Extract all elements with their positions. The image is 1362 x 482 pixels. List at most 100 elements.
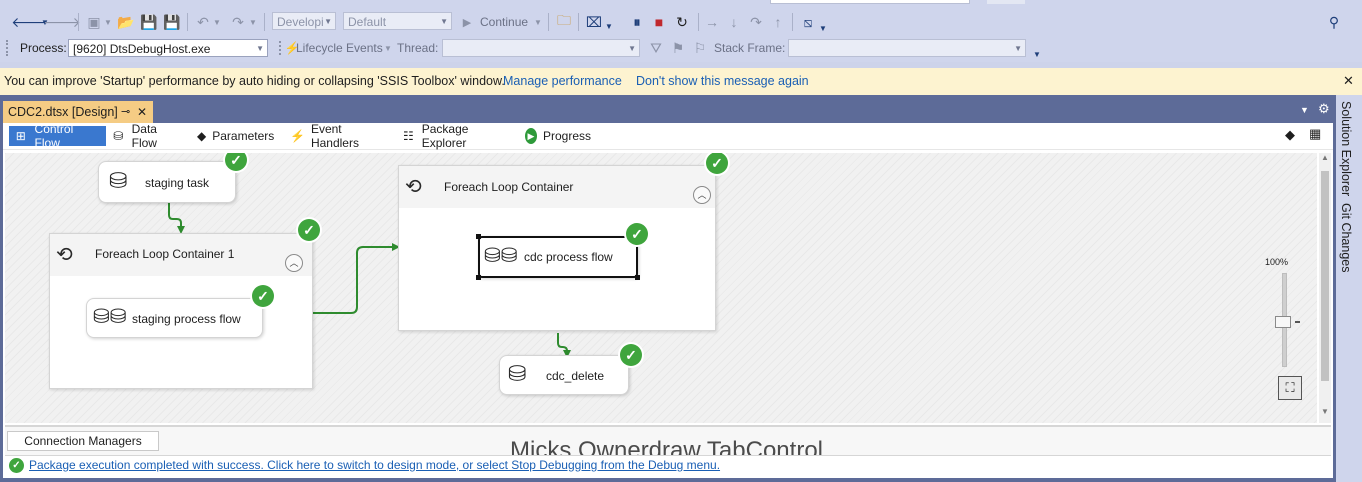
event-handlers-icon: ⚡ (290, 129, 305, 143)
restart-icon[interactable]: ↻ (672, 12, 692, 32)
browser-dropdown-icon[interactable]: ▼ (604, 16, 614, 36)
container-foreach-loop[interactable]: ⟲ Foreach Loop Container ︿ ⛁⛁ cdc proces… (398, 165, 716, 331)
tab-solution-explorer[interactable]: Solution Explorer (1339, 101, 1353, 196)
canvas-vertical-scrollbar[interactable]: ▲ ▼ (1319, 153, 1331, 423)
title-bar-button[interactable] (987, 0, 1025, 4)
tab-label: Parameters (212, 129, 275, 143)
new-project-icon[interactable]: ▣ (84, 12, 104, 32)
pin-icon[interactable]: ⊸ (121, 105, 130, 118)
connection-managers-panel: Connection Managers Micks Ownerdraw TabC… (5, 425, 1331, 455)
step-into-icon[interactable]: ↓ (724, 12, 744, 32)
toolbar-grip[interactable] (6, 40, 11, 56)
execute-package-task-icon: ⛁ (508, 361, 527, 386)
tab-control-flow[interactable]: ⊞ Control Flow (9, 122, 106, 150)
data-flow-task-icon: ⛁⛁ (93, 306, 127, 328)
continue-play-icon[interactable]: ▶ (459, 12, 475, 32)
control-flow-canvas[interactable]: ⛁ staging task ✓ ⟲ Foreach Loop Containe… (5, 153, 1317, 423)
thread-combo[interactable]: ▼ (442, 39, 640, 57)
redo-icon[interactable]: ↷ (228, 12, 248, 32)
variables-icon[interactable]: ◆ (1285, 127, 1295, 143)
fit-to-window-button[interactable]: ⛶ (1278, 376, 1302, 400)
stack-frame-combo[interactable]: ▼ (788, 39, 1026, 57)
close-icon[interactable]: ✕ (1343, 73, 1354, 89)
continue-dropdown-icon[interactable]: ▼ (533, 12, 543, 32)
solution-configuration-combo[interactable]: Developi ▼ (272, 12, 336, 30)
zoom-slider-thumb[interactable] (1275, 316, 1291, 328)
new-dropdown-icon[interactable]: ▼ (103, 12, 113, 32)
dont-show-again-link[interactable]: Don't show this message again (636, 74, 809, 88)
selection-handle[interactable] (476, 275, 481, 280)
thread-label: Thread: (397, 41, 439, 55)
show-next-statement-icon[interactable]: → (702, 12, 722, 32)
tab-event-handlers[interactable]: ⚡ Event Handlers (286, 122, 390, 150)
data-flow-icon: ⛁ (113, 129, 124, 143)
hex-display-icon[interactable]: ⧅ (798, 12, 818, 32)
save-icon[interactable]: 💾 (139, 12, 159, 32)
task-cdc-delete[interactable]: ⛁ cdc_delete (499, 355, 629, 395)
step-over-icon[interactable]: ↷ (746, 12, 766, 32)
document-tab-cdc2[interactable]: CDC2.dtsx [Design] ⊸ ✕ (3, 101, 153, 123)
task-cdc-process-flow[interactable]: ⛁⛁ cdc process flow (476, 234, 640, 280)
redo-dropdown-icon[interactable]: ▼ (248, 12, 258, 32)
scroll-down-icon[interactable]: ▼ (1321, 407, 1329, 416)
step-out-icon[interactable]: ↑ (768, 12, 788, 32)
open-folder-icon[interactable]: 📂 (116, 12, 136, 32)
continue-button-label[interactable]: Continue (480, 13, 528, 31)
tab-package-explorer[interactable]: ☷ Package Explorer (397, 122, 515, 150)
back-icon[interactable]: 🡐 (11, 12, 49, 32)
connection-managers-tab[interactable]: Connection Managers (7, 431, 159, 451)
lifecycle-dropdown-icon[interactable]: ▼ (383, 38, 393, 58)
success-check-icon: ✓ (706, 153, 728, 174)
manage-performance-link[interactable]: Manage performance (503, 74, 622, 88)
undo-icon[interactable]: ↶ (193, 12, 213, 32)
pause-icon[interactable]: ⏸ (628, 12, 646, 32)
toolbar-separator (548, 13, 549, 31)
progress-icon: ▶ (525, 128, 537, 144)
unflag-thread-icon[interactable]: ⚐ (691, 38, 709, 58)
precedence-foreach2-to-cdc-delete (557, 333, 571, 358)
toolbar-separator (187, 13, 188, 31)
browser-link-icon[interactable]: ⌧ (584, 12, 604, 32)
tab-parameters[interactable]: ◆ Parameters (193, 126, 277, 146)
performance-info-bar: You can improve 'Startup' performance by… (0, 68, 1362, 96)
tab-progress[interactable]: ▶ Progress (521, 126, 597, 146)
stop-icon[interactable]: ■ (650, 12, 668, 32)
data-flow-task-icon: ⛁⛁ (484, 245, 518, 267)
document-well-settings-icon[interactable]: ⚙ (1318, 101, 1330, 117)
solution-platform-combo[interactable]: Default ▼ (343, 12, 452, 30)
task-staging-task[interactable]: ⛁ staging task (98, 161, 236, 203)
forward-icon[interactable]: 🡒 (43, 12, 81, 32)
scroll-up-icon[interactable]: ▲ (1321, 153, 1329, 162)
tab-label: Data Flow (131, 122, 157, 150)
scrollbar-thumb[interactable] (1321, 171, 1329, 381)
save-all-icon[interactable]: 💾 (162, 12, 182, 32)
collapse-icon[interactable]: ︿ (285, 254, 303, 272)
toolbar2-overflow-icon[interactable]: ▼ (1032, 44, 1042, 64)
container-foreach-loop-1[interactable]: ⟲ Foreach Loop Container 1 ︿ ⛁⛁ staging … (49, 233, 313, 389)
info-message: You can improve 'Startup' performance by… (4, 74, 505, 88)
success-check-icon: ✓ (620, 344, 642, 366)
close-tab-icon[interactable]: ✕ (137, 105, 147, 119)
selection-handle[interactable] (476, 234, 481, 239)
toolbar-overflow-icon[interactable]: ▼ (818, 18, 828, 38)
zoom-label: 100% (1265, 257, 1289, 267)
selection-handle[interactable] (635, 275, 640, 280)
toolbar-separator (578, 13, 579, 31)
tab-label: Progress (542, 129, 591, 143)
collapse-icon[interactable]: ︿ (693, 186, 711, 204)
lifecycle-events-label[interactable]: Lifecycle Events (296, 39, 383, 57)
live-share-icon[interactable]: ⚲ (1324, 12, 1344, 32)
tab-data-flow[interactable]: ⛁ Data Flow (107, 122, 187, 150)
tab-git-changes[interactable]: Git Changes (1339, 203, 1353, 272)
toolbar-separator (264, 13, 265, 31)
title-bar-search-box[interactable] (770, 0, 970, 4)
process-combo[interactable]: [9620] DtsDebugHost.exe ▼ (68, 39, 268, 57)
document-tab-dropdown-icon[interactable]: ▼ (1300, 105, 1309, 115)
filter-icon[interactable]: ⛛ (647, 38, 665, 58)
ssis-toolbox-icon[interactable]: ▦ (1309, 126, 1321, 142)
flag-thread-icon[interactable]: ⚑ (669, 38, 687, 58)
find-in-files-icon[interactable]: 🗀 (554, 12, 574, 32)
undo-dropdown-icon[interactable]: ▼ (212, 12, 222, 32)
switch-to-design-mode-link[interactable]: Package execution completed with success… (29, 458, 720, 472)
task-staging-process-flow[interactable]: ⛁⛁ staging process flow (86, 298, 263, 338)
